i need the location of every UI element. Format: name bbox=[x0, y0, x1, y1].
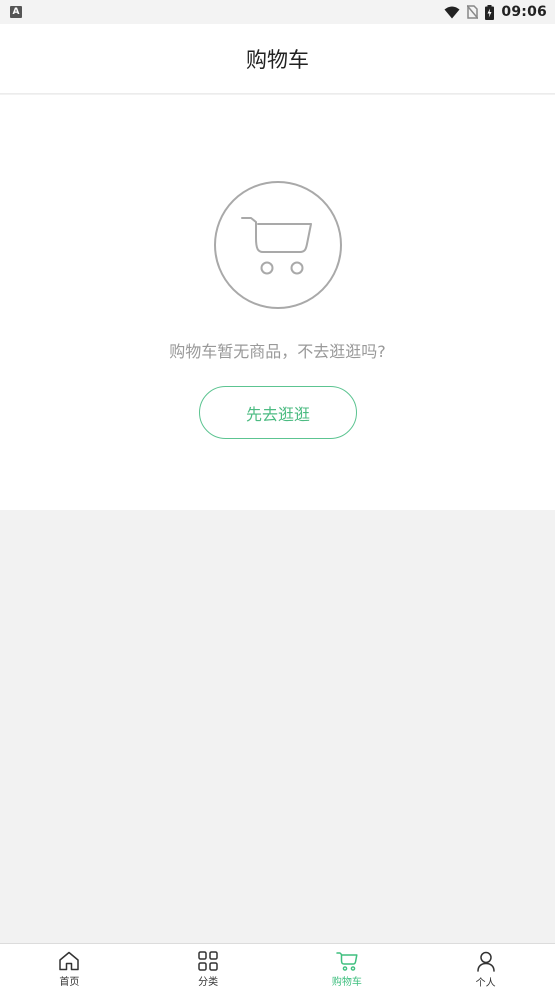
notification-badge: A bbox=[10, 6, 22, 18]
status-time: 09:06 bbox=[501, 4, 547, 20]
app-screen: A 09:06 购物车 购物车暂无商品，不去逛逛吗? 先去逛逛 首页 分类 购物… bbox=[0, 0, 555, 992]
nav-label-profile: 个人 bbox=[475, 978, 496, 989]
no-sim-icon bbox=[467, 5, 479, 19]
page-header: 购物车 bbox=[0, 24, 555, 94]
status-left: A bbox=[10, 6, 22, 18]
nav-item-category[interactable]: 分类 bbox=[139, 944, 278, 992]
nav-item-profile[interactable]: 个人 bbox=[416, 944, 555, 992]
status-right: 09:06 bbox=[444, 4, 547, 20]
shopping-cart-icon bbox=[214, 181, 342, 309]
empty-cart-message: 购物车暂无商品，不去逛逛吗? bbox=[169, 342, 386, 361]
go-shopping-button[interactable]: 先去逛逛 bbox=[199, 386, 357, 439]
bottom-navigation: 首页 分类 购物车 个人 bbox=[0, 943, 555, 992]
nav-item-cart[interactable]: 购物车 bbox=[278, 944, 417, 992]
status-bar: A 09:06 bbox=[0, 0, 555, 24]
grid-icon bbox=[198, 951, 218, 971]
battery-icon bbox=[485, 4, 495, 20]
home-icon bbox=[58, 951, 80, 971]
nav-label-home: 首页 bbox=[59, 977, 80, 988]
empty-cart-panel: 购物车暂无商品，不去逛逛吗? 先去逛逛 bbox=[0, 95, 555, 510]
wifi-icon bbox=[444, 6, 460, 19]
nav-item-home[interactable]: 首页 bbox=[0, 944, 139, 992]
nav-label-cart: 购物车 bbox=[331, 977, 362, 988]
user-icon bbox=[476, 951, 496, 972]
cart-icon bbox=[336, 951, 358, 971]
page-title: 购物车 bbox=[246, 47, 309, 72]
nav-label-category: 分类 bbox=[198, 977, 219, 988]
